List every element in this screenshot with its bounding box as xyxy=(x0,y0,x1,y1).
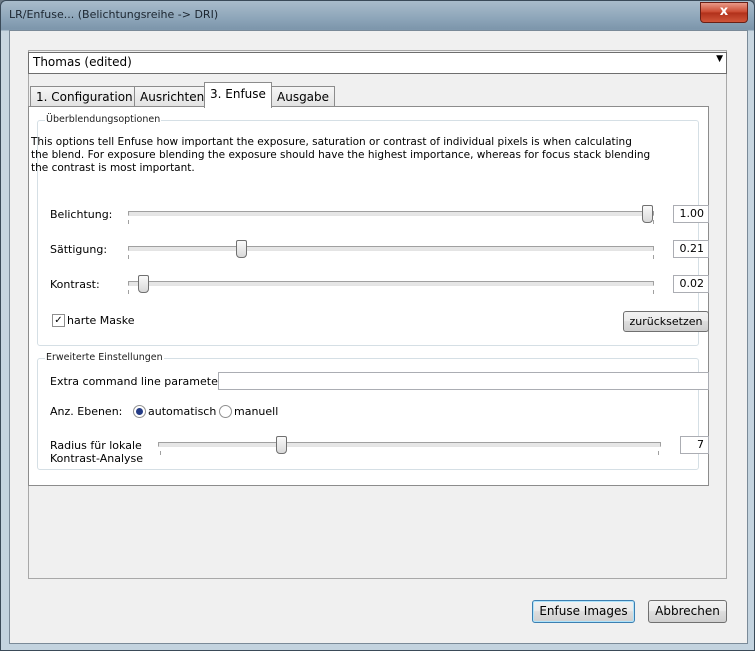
tick-mark xyxy=(128,290,129,294)
title-bar[interactable]: LR/Enfuse... (Belichtungsreihe -> DRI) x xyxy=(1,1,754,29)
exposure-value-field[interactable]: 1.00 xyxy=(673,205,709,223)
cancel-button[interactable]: Abbrechen xyxy=(648,600,727,623)
tick-mark xyxy=(653,220,654,224)
tick-mark xyxy=(658,451,659,455)
advanced-settings-title: Erweiterte Einstellungen xyxy=(45,352,164,363)
exposure-label: Belichtung: xyxy=(50,208,113,221)
saturation-label: Sättigung: xyxy=(50,243,108,256)
tick-mark xyxy=(653,255,654,259)
tab-configuration[interactable]: 1. Configuration xyxy=(30,86,139,107)
chevron-down-icon: ▼ xyxy=(716,54,723,64)
levels-label: Anz. Ebenen: xyxy=(50,405,123,418)
extra-params-label: Extra command line parameters: xyxy=(50,375,232,388)
exposure-slider-handle[interactable] xyxy=(642,205,653,223)
blend-description: This options tell Enfuse how important t… xyxy=(31,136,651,174)
tab-ausgabe[interactable]: Ausgabe xyxy=(271,86,336,107)
saturation-value-field[interactable]: 0.21 xyxy=(673,240,709,258)
levels-auto-radio[interactable] xyxy=(133,405,146,418)
preset-value: Thomas (edited) xyxy=(33,55,132,69)
dialog-window: LR/Enfuse... (Belichtungsreihe -> DRI) x… xyxy=(0,0,755,651)
hard-mask-checkbox[interactable]: ✓ xyxy=(52,314,65,327)
contrast-slider-track[interactable] xyxy=(128,281,654,286)
saturation-slider-handle[interactable] xyxy=(236,240,247,258)
radius-value-field[interactable]: 7 xyxy=(680,436,709,454)
tab-ausrichten[interactable]: Ausrichten xyxy=(134,86,211,107)
levels-manual-label: manuell xyxy=(234,405,279,418)
contrast-value-field[interactable]: 0.02 xyxy=(673,275,709,293)
exposure-slider-track[interactable] xyxy=(128,211,654,216)
tick-mark xyxy=(653,290,654,294)
levels-manual-radio[interactable] xyxy=(219,405,232,418)
tick-mark xyxy=(160,451,161,455)
radius-label-line2: Kontrast-Analyse xyxy=(50,452,144,465)
blend-options-title: Überblendungsoptionen xyxy=(45,114,162,125)
contrast-label: Kontrast: xyxy=(50,278,100,291)
tab-enfuse[interactable]: 3. Enfuse xyxy=(204,82,272,108)
levels-auto-label: automatisch xyxy=(148,405,217,418)
radius-slider-handle[interactable] xyxy=(276,436,287,454)
extra-params-input[interactable] xyxy=(218,372,709,390)
dialog-client-area: Thomas (edited) ▼ 1. Configuration Ausri… xyxy=(9,30,748,644)
radius-label-line1: Radius für lokale xyxy=(50,439,142,452)
radius-slider-track[interactable] xyxy=(158,442,661,447)
saturation-slider-track[interactable] xyxy=(128,246,654,251)
preset-dropdown[interactable]: Thomas (edited) ▼ xyxy=(28,52,727,74)
window-title: LR/Enfuse... (Belichtungsreihe -> DRI) xyxy=(9,8,219,21)
enfuse-images-button[interactable]: Enfuse Images xyxy=(532,600,635,623)
close-button[interactable]: x xyxy=(700,2,748,23)
tick-mark xyxy=(128,220,129,224)
reset-button[interactable]: zurücksetzen xyxy=(623,311,709,332)
contrast-slider-handle[interactable] xyxy=(138,275,149,293)
tick-mark xyxy=(128,255,129,259)
hard-mask-label: harte Maske xyxy=(67,314,135,327)
